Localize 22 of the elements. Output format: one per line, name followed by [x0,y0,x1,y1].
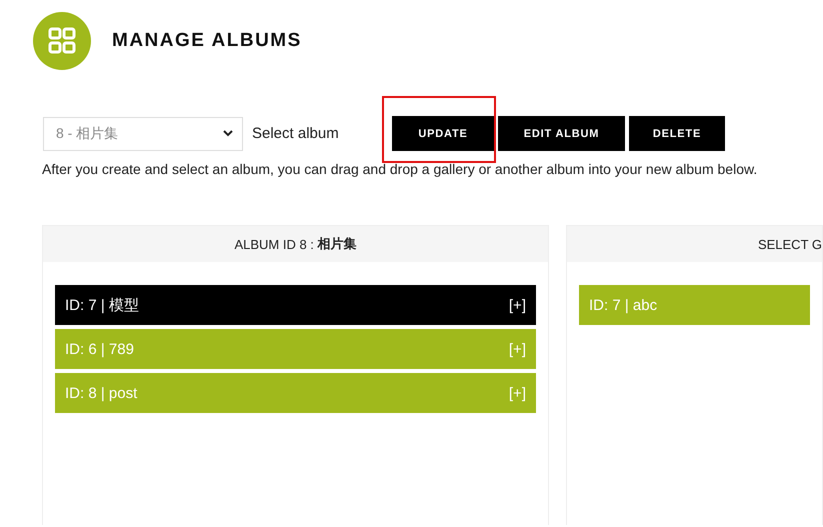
album-item-label: ID: 8 | post [65,384,138,402]
album-item[interactable]: ID: 7 | abc [579,285,810,325]
add-link[interactable]: [+] [508,296,526,314]
add-link[interactable]: [+] [508,340,526,358]
panel-header: ALBUM ID 8 : 相片集 [43,226,548,262]
album-item[interactable]: ID: 7 | 模型 [+] [55,285,536,325]
album-item-label: ID: 7 | abc [589,296,658,314]
album-item[interactable]: ID: 8 | post [+] [55,373,536,413]
toolbar-button[interactable]: UPDATE [392,116,494,151]
select-label: Select album [252,125,340,142]
album-item[interactable]: ID: 6 | 789 [+] [55,329,536,369]
album-select[interactable]: 8 - 相片集 [43,116,243,150]
add-link[interactable]: [+] [508,384,526,402]
grid-icon [33,12,91,70]
chevron-down-icon [223,130,233,137]
album-item-label: ID: 7 | 模型 [65,296,139,314]
instructions-text: After you create and select an album, you can drag and drop a gallery or another album into your new album below. [42,161,758,177]
toolbar-button[interactable]: EDIT ALBUM [498,116,625,151]
page-title: MANAGE ALBUMS [112,30,302,52]
panel-header: SELECT G [567,226,822,262]
album-item-label: ID: 6 | 789 [65,340,134,358]
toolbar-button[interactable]: DELETE [629,116,725,151]
